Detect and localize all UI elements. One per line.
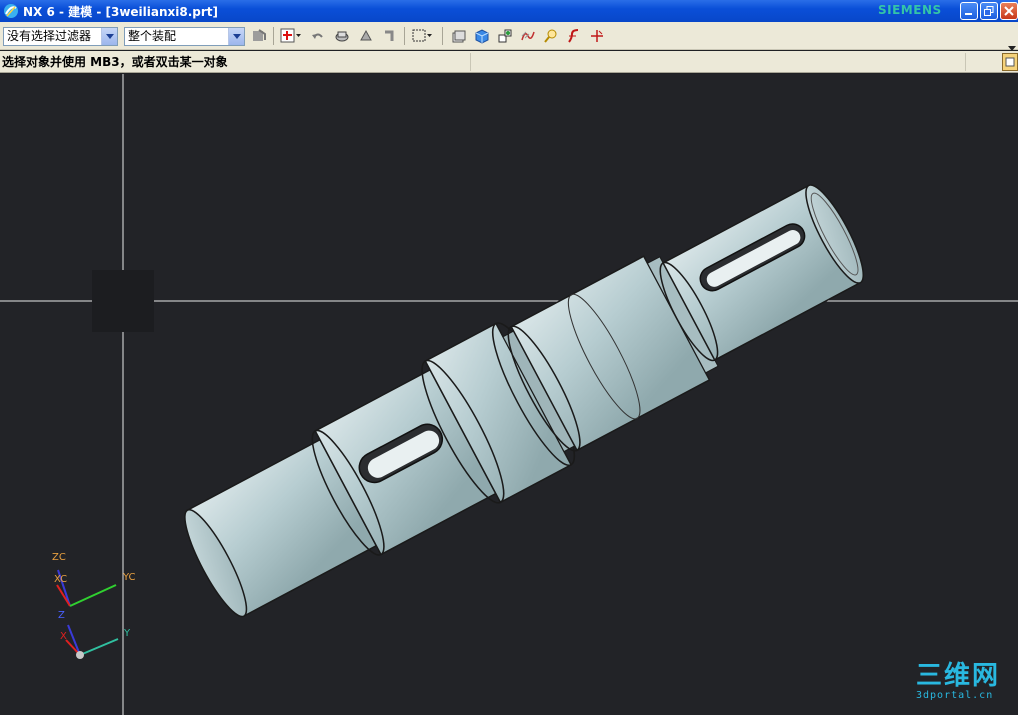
rectangle-select-icon[interactable] — [410, 27, 434, 45]
watermark-logo: 三维网 3dportal.cn — [916, 663, 1000, 701]
close-button[interactable] — [1000, 2, 1018, 20]
minimize-icon — [965, 13, 972, 15]
status-divider — [965, 53, 966, 71]
title-bar: NX 6 - 建模 - [3weilianxi8.prt] SIEMENS — [0, 0, 1018, 22]
selection-toolbar: 没有选择过滤器 整个装配 — [0, 22, 1018, 51]
snap-point-icon[interactable] — [279, 27, 303, 45]
abs-x-label: X — [60, 631, 67, 642]
nx-app-icon — [4, 4, 18, 18]
spline-icon[interactable] — [565, 27, 583, 45]
select-feature-icon[interactable] — [333, 27, 351, 45]
minimize-button[interactable] — [960, 2, 978, 20]
wcs-x-label: XC — [54, 574, 68, 585]
sheet-body-icon[interactable] — [496, 27, 514, 45]
select-body-icon[interactable] — [357, 27, 375, 45]
selection-scope-value: 整个装配 — [128, 29, 177, 43]
siemens-brand: SIEMENS — [878, 3, 942, 17]
abs-y-label: Y — [124, 628, 131, 639]
chevron-down-icon[interactable] — [228, 28, 244, 45]
chevron-down-icon[interactable] — [101, 28, 117, 45]
prompt-bar: 选择对象并使用 MB3，或者双击某一对象 — [0, 51, 1018, 73]
shaft-model[interactable] — [166, 157, 885, 641]
restore-button[interactable] — [980, 2, 998, 20]
prompt-text: 选择对象并使用 MB3，或者双击某一对象 — [2, 55, 228, 69]
graphics-window[interactable]: ZC XC YC Z X Y — [0, 74, 1018, 715]
close-icon — [1004, 6, 1014, 16]
status-divider — [470, 53, 471, 71]
view-layers-icon[interactable] — [450, 27, 468, 45]
wcs-z-label: ZC — [52, 552, 66, 563]
type-filter-select[interactable]: 没有选择过滤器 — [3, 27, 118, 46]
point-icon[interactable] — [588, 27, 606, 45]
abs-z-label: Z — [58, 610, 65, 621]
general-selection-filter-icon[interactable] — [250, 27, 268, 45]
inspect-icon[interactable] — [542, 27, 560, 45]
watermark-main: 三维网 — [916, 661, 1001, 691]
curve-icon[interactable] — [519, 27, 537, 45]
window-title: NX 6 - 建模 - [3weilianxi8.prt] — [23, 4, 219, 19]
wcs-y-label: YC — [123, 572, 136, 583]
solid-body-icon[interactable] — [473, 27, 491, 45]
undo-select-icon[interactable] — [309, 27, 327, 45]
absolute-triad — [65, 624, 119, 659]
restore-icon — [984, 6, 994, 16]
crosshair-center — [92, 270, 154, 332]
model-view[interactable] — [0, 74, 1018, 715]
resource-bar-icon[interactable] — [1002, 53, 1018, 71]
selection-scope-select[interactable]: 整个装配 — [124, 27, 245, 46]
watermark-sub: 3dportal.cn — [916, 690, 994, 701]
select-component-icon[interactable] — [381, 27, 399, 45]
type-filter-value: 没有选择过滤器 — [7, 29, 92, 43]
